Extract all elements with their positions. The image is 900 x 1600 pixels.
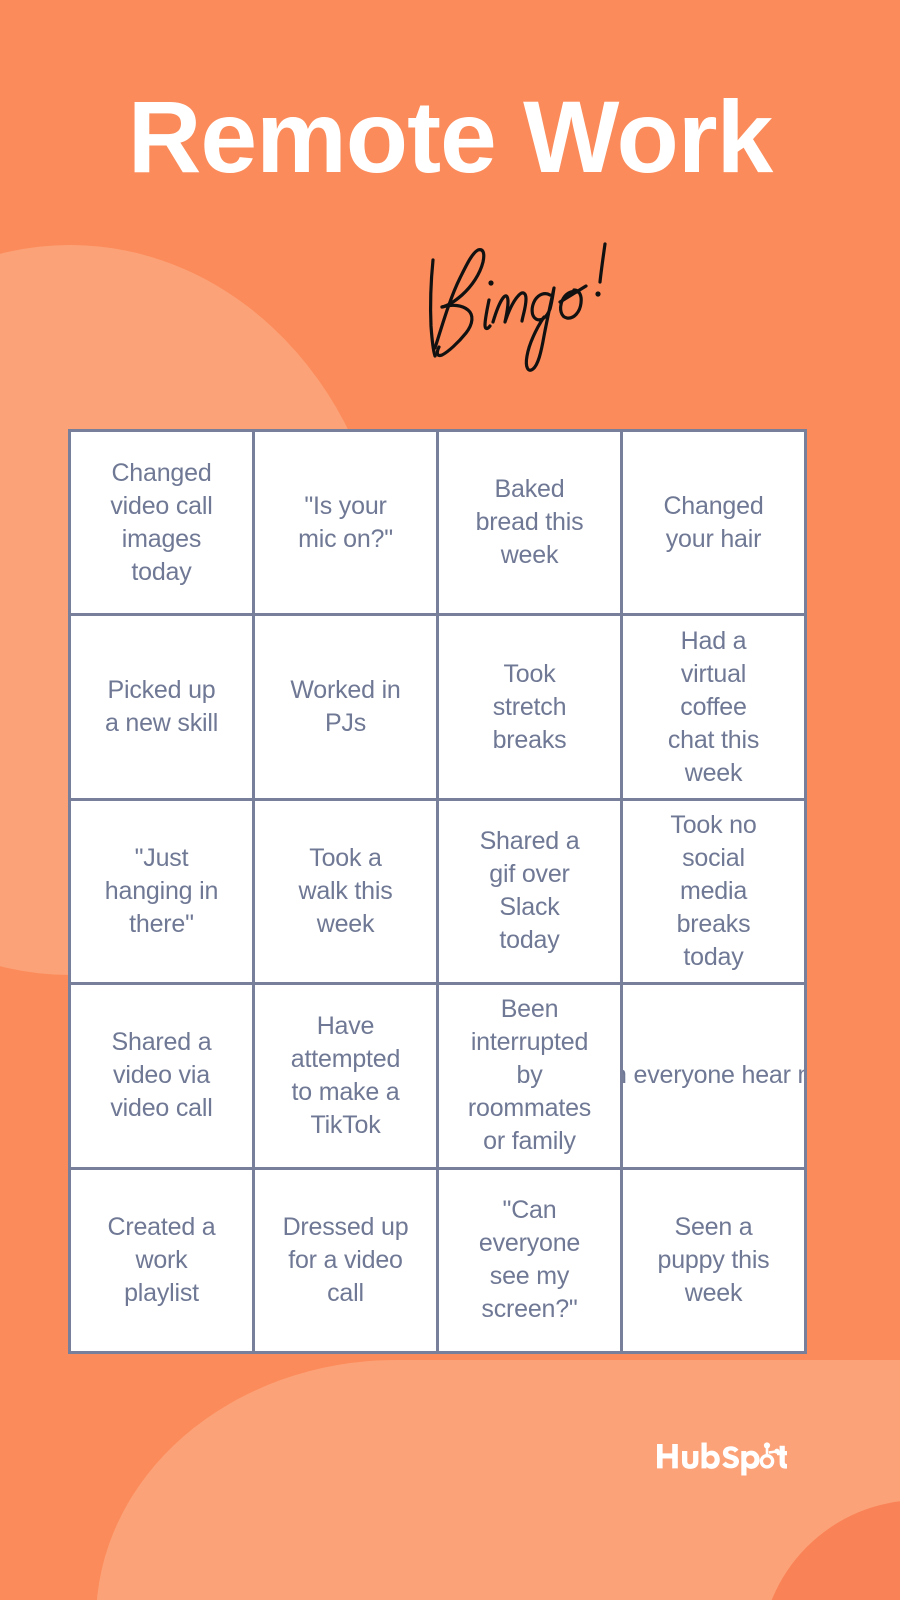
bingo-cell[interactable]: Picked up a new skill [71, 616, 252, 798]
bingo-cell-text: Been interrupted by roommates or family [467, 995, 592, 1156]
bingo-cell-text: Took a walk this week [298, 843, 393, 938]
bingo-cell-text: "Can everyone hear me?" [623, 1061, 804, 1090]
hubspot-logo: HubSpot [655, 1437, 787, 1477]
bingo-cell-text: Worked in PJs [290, 676, 401, 738]
bingo-cell-text: Picked up a new skill [104, 676, 219, 738]
bingo-cell-text: Took no social media breaks today [670, 810, 757, 971]
bingo-cell-text: "Just hanging in there" [104, 843, 219, 938]
bingo-cell[interactable]: Seen a puppy this week [623, 1169, 804, 1351]
background-blob-bottom [96, 1360, 900, 1600]
bingo-cell[interactable]: Took a walk this week [255, 800, 436, 983]
bingo-cell-text: "Is your mic on?" [298, 491, 393, 553]
bingo-poster: Remote Work Bingo! [0, 0, 900, 1600]
bingo-cell-text: "Can everyone see my screen?" [478, 1196, 581, 1324]
bingo-cell[interactable]: Been interrupted by roommates or family [439, 985, 620, 1167]
bingo-cell-text: Changed video call images today [110, 458, 213, 586]
bingo-cell-text: Dressed up for a video call [282, 1212, 409, 1307]
bingo-cell-text: Created a work playlist [107, 1212, 216, 1307]
bingo-cell-text: Changed your hair [663, 491, 764, 553]
bingo-cell[interactable]: "Can everyone see my screen?" [439, 1169, 620, 1351]
bingo-cell[interactable]: Dressed up for a video call [255, 1169, 436, 1351]
bingo-script-icon [429, 242, 607, 372]
bingo-cell[interactable]: Shared a gif over Slack today [439, 800, 620, 983]
bingo-cell[interactable]: Had a virtual coffee chat this week [623, 616, 804, 798]
bingo-cell-text: Shared a video via video call [110, 1028, 213, 1123]
bingo-cell[interactable]: Shared a video via video call [71, 985, 252, 1167]
bingo-cell[interactable]: Have attempted to make a TikTok [255, 985, 436, 1167]
page-title: Remote Work [127, 80, 774, 194]
bingo-cell-text: Had a virtual coffee chat this week [667, 626, 760, 787]
bingo-cell-text: Have attempted to make a TikTok [290, 1011, 401, 1139]
hubspot-logo-icon [657, 1442, 787, 1476]
bingo-cell-text: Took stretch breaks [492, 659, 567, 754]
bingo-cell[interactable]: Changed video call images today [71, 432, 252, 614]
bingo-cell-text: Seen a puppy this week [657, 1212, 770, 1307]
background-blob-corner [760, 1500, 900, 1600]
bingo-cell[interactable]: "Is your mic on?" [255, 432, 436, 614]
bingo-cell[interactable]: "Can everyone hear me?" [623, 985, 804, 1167]
bingo-grid: Changed video call images today "Is your… [68, 429, 807, 1354]
bingo-cell[interactable]: Took stretch breaks [439, 616, 620, 798]
bingo-cell[interactable]: Baked bread this week [439, 432, 620, 614]
bingo-cell[interactable]: Changed your hair [623, 432, 804, 614]
bingo-cell-text: Shared a gif over Slack today [479, 827, 580, 955]
subtitle-script: Bingo! [390, 222, 670, 382]
poster-header: Remote Work Bingo! [0, 0, 900, 420]
bingo-cell[interactable]: Worked in PJs [255, 616, 436, 798]
bingo-cell[interactable]: Took no social media breaks today [623, 800, 804, 983]
bingo-cell-text: Baked bread this week [475, 475, 584, 570]
bingo-cell[interactable]: Created a work playlist [71, 1169, 252, 1351]
bingo-cell[interactable]: "Just hanging in there" [71, 800, 252, 983]
